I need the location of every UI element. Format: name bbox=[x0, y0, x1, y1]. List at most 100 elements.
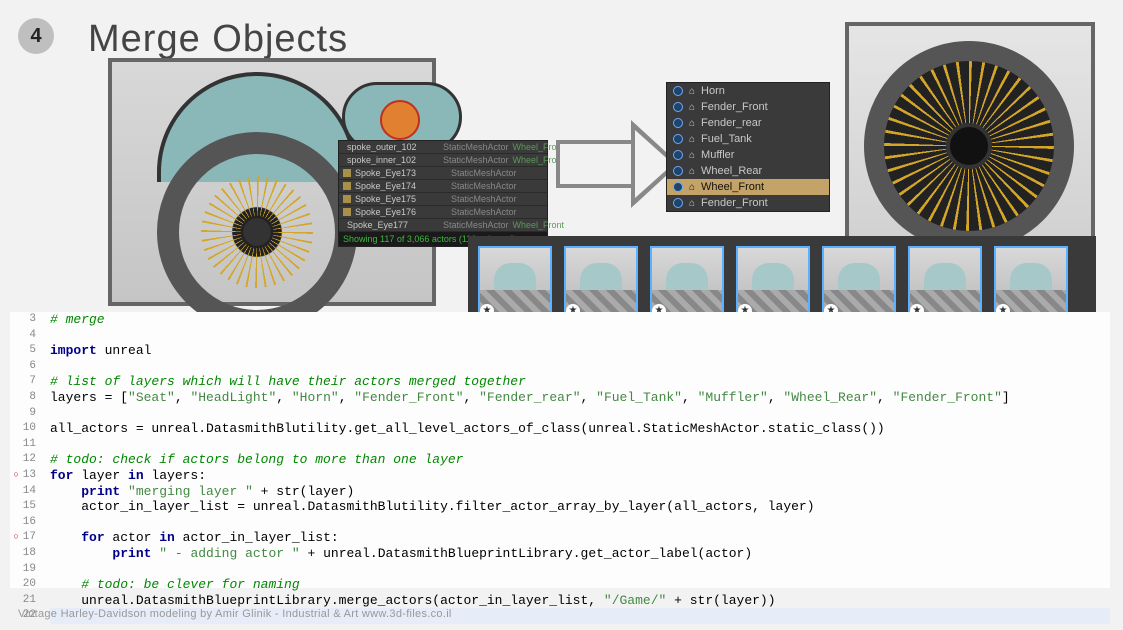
actor-icon: ⌂ bbox=[689, 198, 695, 209]
outliner-target-panel: ⌂ Horn ⌂ Fender_Front ⌂ Fender_rear ⌂ Fu… bbox=[666, 82, 830, 212]
line-number: 3 bbox=[16, 312, 36, 328]
actor-name: Fender_Front bbox=[701, 101, 768, 113]
slide-title: Merge Objects bbox=[88, 18, 348, 61]
outliner-target-row[interactable]: ⌂ Wheel_Rear bbox=[667, 163, 829, 179]
outliner-target-row[interactable]: ⌂ Wheel_Front bbox=[667, 179, 829, 195]
eye-icon[interactable] bbox=[673, 166, 683, 176]
line-number: 19 bbox=[16, 562, 36, 578]
actor-type: StaticMeshActor bbox=[443, 155, 509, 165]
code-line bbox=[50, 562, 1110, 578]
outliner-source-row[interactable]: spoke_outer_102 StaticMeshActor Wheel_Fr… bbox=[339, 141, 547, 154]
code-line: print " - adding actor " + unreal.Datasm… bbox=[50, 546, 1110, 562]
eye-icon[interactable] bbox=[673, 86, 683, 96]
actor-name: spoke_inner_102 bbox=[347, 155, 439, 165]
mesh-icon bbox=[343, 195, 351, 203]
outliner-source-row[interactable]: Spoke_Eye175 StaticMeshActor bbox=[339, 193, 547, 206]
eye-icon[interactable] bbox=[673, 182, 683, 192]
actor-name: Fender_rear bbox=[701, 117, 762, 129]
code-line: # merge bbox=[50, 312, 1110, 328]
outliner-source-panel: spoke_outer_102 StaticMeshActor Wheel_Fr… bbox=[338, 140, 548, 247]
outliner-source-row[interactable]: Spoke_Eye176 StaticMeshActor bbox=[339, 206, 547, 219]
line-number: 13 bbox=[16, 468, 36, 484]
outliner-source-row[interactable]: Spoke_Eye177 StaticMeshActor Wheel_Front bbox=[339, 219, 547, 232]
outliner-target-row[interactable]: ⌂ Fender_rear bbox=[667, 115, 829, 131]
code-line bbox=[50, 437, 1110, 453]
actor-type: StaticMeshActor bbox=[443, 142, 509, 152]
line-number: 17 bbox=[16, 530, 36, 546]
actor-name: Spoke_Eye177 bbox=[347, 220, 439, 230]
outliner-source-row[interactable]: Spoke_Eye173 StaticMeshActor bbox=[339, 167, 547, 180]
mesh-icon bbox=[343, 169, 351, 177]
actor-name: Spoke_Eye175 bbox=[355, 194, 447, 204]
eye-icon[interactable] bbox=[673, 102, 683, 112]
actor-type: StaticMeshActor bbox=[443, 220, 509, 230]
code-line bbox=[50, 328, 1110, 344]
actor-type: StaticMeshActor bbox=[451, 168, 517, 178]
actor-name: Horn bbox=[701, 85, 725, 97]
actor-name: spoke_outer_102 bbox=[347, 142, 439, 152]
actor-icon: ⌂ bbox=[689, 182, 695, 193]
line-number: 6 bbox=[16, 359, 36, 375]
actor-name: Fender_Front bbox=[701, 197, 768, 209]
mesh-icon bbox=[343, 182, 351, 190]
actor-icon: ⌂ bbox=[689, 150, 695, 161]
actor-layer: Wheel_Front bbox=[513, 220, 565, 230]
line-number: 12 bbox=[16, 452, 36, 468]
actor-name: Wheel_Front bbox=[701, 181, 764, 193]
outliner-target-row[interactable]: ⌂ Muffler bbox=[667, 147, 829, 163]
actor-type: StaticMeshActor bbox=[451, 194, 517, 204]
line-number: 11 bbox=[16, 437, 36, 453]
line-number: 14 bbox=[16, 484, 36, 500]
step-badge: 4 bbox=[18, 18, 54, 54]
actor-type: StaticMeshActor bbox=[451, 207, 517, 217]
code-line: print "merging layer " + str(layer) bbox=[50, 484, 1110, 500]
outliner-target-row[interactable]: ⌂ Fender_Front bbox=[667, 195, 829, 211]
code-line bbox=[50, 359, 1110, 375]
code-line: all_actors = unreal.DatasmithBlutility.g… bbox=[50, 421, 1110, 437]
line-number: 21 bbox=[16, 593, 36, 609]
eye-icon[interactable] bbox=[673, 118, 683, 128]
line-number: 18 bbox=[16, 546, 36, 562]
eye-icon[interactable] bbox=[673, 198, 683, 208]
actor-name: Spoke_Eye173 bbox=[355, 168, 447, 178]
code-line: # todo: check if actors belong to more t… bbox=[50, 452, 1110, 468]
line-number: 10 bbox=[16, 421, 36, 437]
actor-name: Spoke_Eye174 bbox=[355, 181, 447, 191]
actor-icon: ⌂ bbox=[689, 118, 695, 129]
code-line bbox=[50, 406, 1110, 422]
actor-icon: ⌂ bbox=[689, 134, 695, 145]
line-number: 16 bbox=[16, 515, 36, 531]
code-line: for layer in layers: bbox=[50, 468, 1110, 484]
eye-icon[interactable] bbox=[673, 150, 683, 160]
actor-type: StaticMeshActor bbox=[451, 181, 517, 191]
actor-icon: ⌂ bbox=[689, 166, 695, 177]
actor-icon: ⌂ bbox=[689, 86, 695, 97]
line-number: 7 bbox=[16, 374, 36, 390]
outliner-source-row[interactable]: spoke_inner_102 StaticMeshActor Wheel_Fr… bbox=[339, 154, 547, 167]
outliner-target-row[interactable]: ⌂ Fender_Front bbox=[667, 99, 829, 115]
line-number: 9 bbox=[16, 406, 36, 422]
line-number: 5 bbox=[16, 343, 36, 359]
line-number: 8 bbox=[16, 390, 36, 406]
eye-icon[interactable] bbox=[673, 134, 683, 144]
footer-credit: Vintage Harley-Davidson modeling by Amir… bbox=[18, 608, 452, 620]
actor-icon: ⌂ bbox=[689, 102, 695, 113]
outliner-target-row[interactable]: ⌂ Fuel_Tank bbox=[667, 131, 829, 147]
line-number: 20 bbox=[16, 577, 36, 593]
outliner-source-row[interactable]: Spoke_Eye174 StaticMeshActor bbox=[339, 180, 547, 193]
outliner-target-row[interactable]: ⌂ Horn bbox=[667, 83, 829, 99]
code-line: # list of layers which will have their a… bbox=[50, 374, 1110, 390]
actor-name: Spoke_Eye176 bbox=[355, 207, 447, 217]
line-number: 15 bbox=[16, 499, 36, 515]
mesh-icon bbox=[343, 208, 351, 216]
actor-name: Wheel_Rear bbox=[701, 165, 762, 177]
code-line: actor_in_layer_list = unreal.DatasmithBl… bbox=[50, 499, 1110, 515]
code-line: for actor in actor_in_layer_list: bbox=[50, 530, 1110, 546]
actor-name: Muffler bbox=[701, 149, 734, 161]
arrow-icon bbox=[556, 140, 634, 188]
code-line bbox=[50, 515, 1110, 531]
code-editor: 345678910111213141516171819202122 # merg… bbox=[10, 312, 1110, 588]
actor-name: Fuel_Tank bbox=[701, 133, 752, 145]
code-line: # todo: be clever for naming bbox=[50, 577, 1110, 593]
code-line: import unreal bbox=[50, 343, 1110, 359]
